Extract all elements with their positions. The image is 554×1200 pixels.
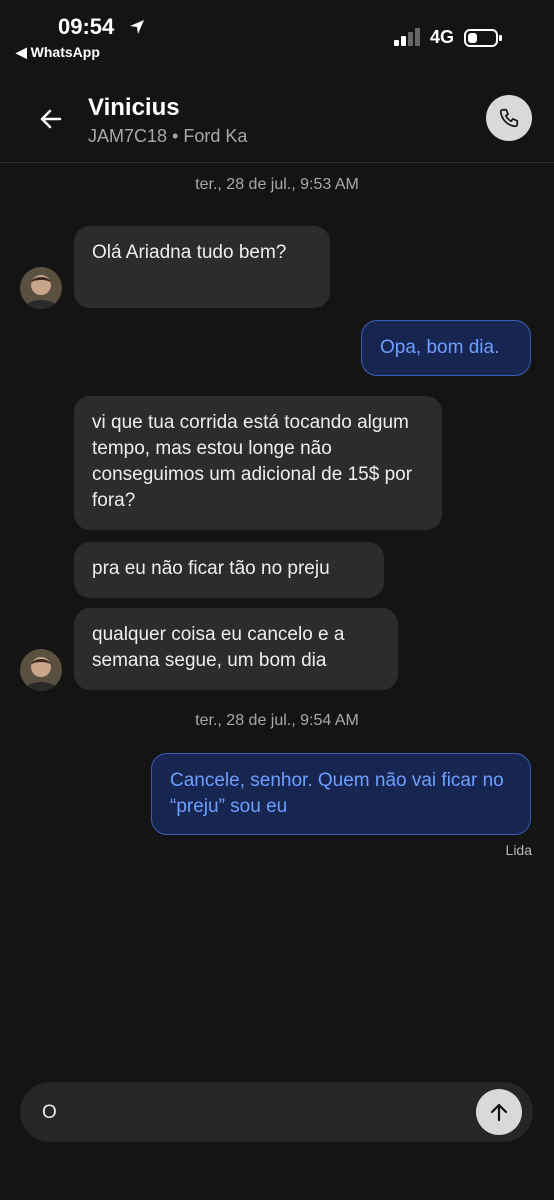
call-button[interactable] [486,95,532,141]
message-outgoing: Opa, bom dia. [361,320,531,376]
chat-header: Vinicius JAM7C18 • Ford Ka [0,72,554,163]
send-button[interactable] [476,1089,522,1135]
battery-icon [464,29,502,47]
status-time: 09:54 [58,14,115,39]
message-outgoing: Cancele, senhor. Quem não vai ficar no “… [151,753,531,835]
phone-icon [499,108,519,128]
timestamp: ter., 28 de jul., 9:54 AM [195,712,359,729]
back-to-app-link[interactable]: ◀ WhatsApp [16,44,100,61]
message-composer [20,1082,533,1142]
message-incoming: Olá Ariadna tudo bem? [74,226,330,308]
message-incoming: vi que tua corrida está tocando algum te… [74,396,442,530]
signal-icon [394,28,420,46]
back-arrow-icon[interactable] [38,106,64,132]
contact-name: Vinicius [88,94,180,121]
avatar [20,649,62,691]
read-receipt: Lida [505,842,532,858]
status-bar: 09:54 ◀ WhatsApp 4G [0,0,554,70]
network-type: 4G [430,27,455,47]
message-incoming: pra eu não ficar tão no preju [74,542,384,598]
arrow-up-icon [490,1103,508,1122]
avatar [20,267,62,309]
message-input[interactable] [40,1096,464,1130]
vehicle-info: JAM7C18 • Ford Ka [88,126,248,146]
location-arrow-icon [130,20,144,34]
message-incoming: qualquer coisa eu cancelo e a semana seg… [74,608,398,690]
timestamp: ter., 28 de jul., 9:53 AM [195,176,359,193]
